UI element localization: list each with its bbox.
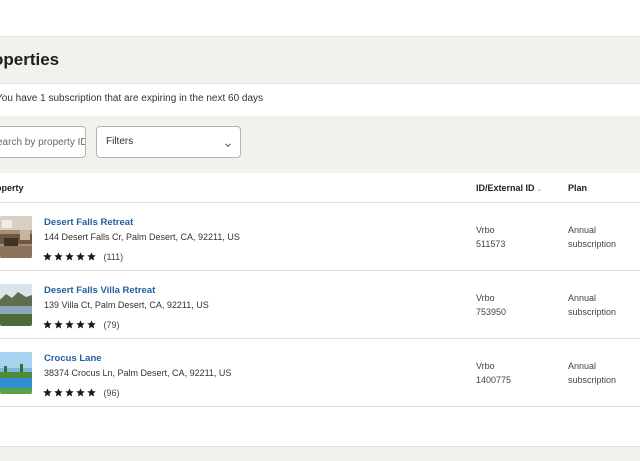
sort-icon[interactable]: ⌄ [537, 186, 543, 193]
star-icon [65, 388, 74, 397]
plan-line-2: subscription [568, 307, 617, 317]
star-icon [76, 252, 85, 261]
star-icon [43, 388, 52, 397]
property-thumbnail[interactable] [0, 352, 32, 394]
plan-line-2: subscription [568, 239, 617, 249]
plan-line-1: Annual [568, 293, 597, 303]
filter-bar: Filters [0, 116, 640, 173]
plan-cell: Annual subscription [568, 359, 616, 387]
star-icon [87, 388, 96, 397]
page-header: operties [0, 36, 640, 84]
property-id: 1400775 [476, 375, 512, 385]
id-cell: Vrbo 511573 [476, 223, 505, 251]
plan-line-1: Annual [568, 225, 597, 235]
id-cell: Vrbo 1400775 [476, 359, 511, 387]
footer-band [0, 446, 640, 461]
plan-cell: Annual subscription [568, 223, 616, 251]
table-row: Crocus Lane 38374 Crocus Ln, Palm Desert… [0, 339, 640, 407]
property-id: 511573 [476, 239, 506, 249]
column-header-id[interactable]: ID/External ID ⌄ [476, 183, 542, 193]
page-title: operties [0, 50, 60, 69]
column-header-id-label: ID/External ID [476, 183, 535, 193]
star-icon [43, 320, 52, 329]
search-box[interactable] [0, 126, 86, 158]
column-header-property: operty [0, 183, 24, 193]
filters-label: Filters [106, 136, 134, 147]
expiring-notice: You have 1 subscription that are expirin… [0, 93, 264, 104]
property-address: 144 Desert Falls Cr, Palm Desert, CA, 92… [44, 232, 240, 242]
plan-line-1: Annual [568, 361, 597, 371]
top-bar [0, 0, 640, 36]
rating: (111) [43, 248, 124, 262]
id-cell: Vrbo 753950 [476, 291, 506, 319]
table-header: operty ID/External ID⌄ Plan [0, 173, 640, 203]
review-count: (96) [103, 388, 120, 398]
plan-line-2: subscription [568, 375, 617, 385]
star-icon [76, 320, 85, 329]
channel-name: Vrbo [476, 225, 495, 235]
rating: (96) [43, 384, 120, 398]
property-name-link[interactable]: Desert Falls Retreat [44, 217, 133, 228]
review-count: (79) [103, 320, 120, 330]
star-rating [43, 316, 98, 334]
star-icon [87, 252, 96, 261]
property-name-link[interactable]: Crocus Lane [44, 353, 102, 364]
star-rating [43, 384, 98, 402]
review-count: (111) [103, 252, 124, 262]
property-thumbnail[interactable] [0, 284, 32, 326]
property-address: 38374 Crocus Ln, Palm Desert, CA, 92211,… [44, 368, 232, 378]
star-icon [65, 320, 74, 329]
table-row: Desert Falls Retreat 144 Desert Falls Cr… [0, 203, 640, 271]
chevron-down-icon [224, 136, 232, 154]
property-id: 753950 [476, 307, 507, 317]
star-icon [76, 388, 85, 397]
plan-cell: Annual subscription [568, 291, 616, 319]
column-header-plan: Plan [568, 183, 588, 193]
channel-name: Vrbo [476, 361, 495, 371]
table-row: Desert Falls Villa Retreat 139 Villa Ct,… [0, 271, 640, 339]
star-rating [43, 248, 98, 266]
star-icon [43, 252, 52, 261]
channel-name: Vrbo [476, 293, 495, 303]
search-input[interactable] [0, 127, 85, 157]
star-icon [87, 320, 96, 329]
property-address: 139 Villa Ct, Palm Desert, CA, 92211, US [44, 300, 209, 310]
star-icon [54, 252, 63, 261]
filters-dropdown[interactable]: Filters [96, 126, 241, 158]
star-icon [65, 252, 74, 261]
star-icon [54, 388, 63, 397]
property-name-link[interactable]: Desert Falls Villa Retreat [44, 285, 155, 296]
rating: (79) [43, 316, 120, 330]
star-icon [54, 320, 63, 329]
property-thumbnail[interactable] [0, 216, 32, 258]
